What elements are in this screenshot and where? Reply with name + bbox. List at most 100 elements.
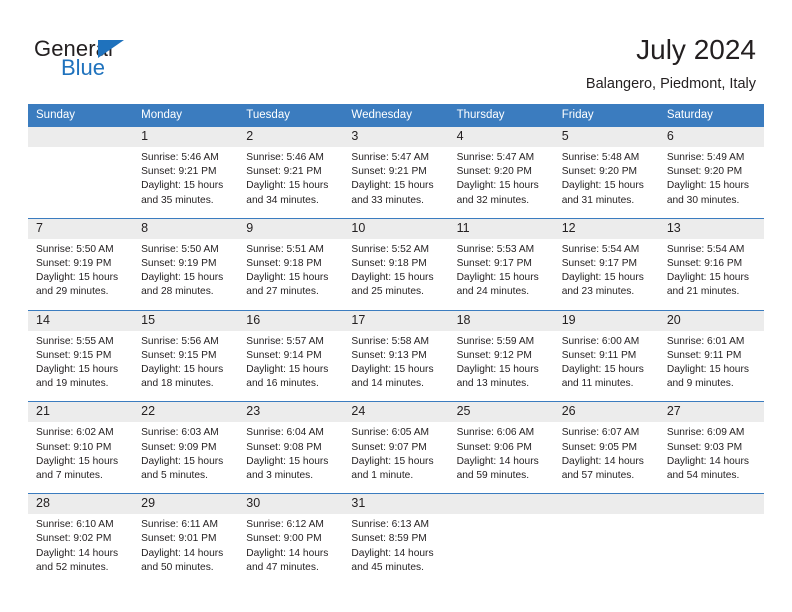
daylight-text-line2: and 30 minutes. bbox=[666, 194, 740, 206]
daylight-text-line2: and 1 minute. bbox=[351, 470, 414, 482]
day-number[interactable]: 23 bbox=[238, 402, 343, 422]
day-number[interactable] bbox=[554, 494, 659, 514]
day-number[interactable]: 12 bbox=[554, 219, 659, 239]
day-cell: Sunrise: 5:48 AM Sunset: 9:20 PM Dayligh… bbox=[554, 147, 659, 218]
day-number[interactable]: 8 bbox=[133, 219, 238, 239]
calendar-grid: Sunday Monday Tuesday Wednesday Thursday… bbox=[28, 104, 764, 586]
daylight-text-line1: Daylight: 15 hours bbox=[246, 272, 329, 284]
sunrise-text: Sunrise: 6:00 AM bbox=[561, 335, 640, 347]
daylight-text-line1: Daylight: 15 hours bbox=[36, 272, 119, 284]
day-cell: Sunrise: 6:13 AM Sunset: 8:59 PM Dayligh… bbox=[343, 514, 448, 585]
daylight-text-line2: and 35 minutes. bbox=[141, 194, 214, 206]
day-cell: Sunrise: 6:11 AM Sunset: 9:01 PM Dayligh… bbox=[133, 514, 238, 585]
day-cell: Sunrise: 5:56 AM Sunset: 9:15 PM Dayligh… bbox=[133, 331, 238, 402]
day-number[interactable]: 22 bbox=[133, 402, 238, 422]
day-number[interactable]: 18 bbox=[449, 311, 554, 331]
day-number[interactable]: 9 bbox=[238, 219, 343, 239]
day-number[interactable]: 20 bbox=[659, 311, 764, 331]
day-cell bbox=[554, 514, 659, 585]
day-number[interactable]: 6 bbox=[659, 127, 764, 147]
daylight-text-line1: Daylight: 14 hours bbox=[456, 455, 539, 467]
day-cell: Sunrise: 6:01 AM Sunset: 9:11 PM Dayligh… bbox=[659, 331, 764, 402]
day-cell: Sunrise: 5:55 AM Sunset: 9:15 PM Dayligh… bbox=[28, 331, 133, 402]
daylight-text-line2: and 34 minutes. bbox=[246, 194, 319, 206]
day-number[interactable]: 14 bbox=[28, 311, 133, 331]
week-daynumber-strip: 28 29 30 31 bbox=[28, 494, 764, 515]
sunset-text: Sunset: 9:20 PM bbox=[561, 166, 638, 178]
calendar-week-row: 28 29 30 31 Sunrise: 6:10 AM Sunset: 9:0… bbox=[28, 493, 764, 586]
daylight-text-line2: and 54 minutes. bbox=[666, 470, 740, 482]
day-number[interactable]: 28 bbox=[28, 494, 133, 514]
day-number[interactable]: 2 bbox=[238, 127, 343, 147]
day-number[interactable]: 31 bbox=[343, 494, 448, 514]
day-number[interactable]: 24 bbox=[343, 402, 448, 422]
day-cell: Sunrise: 5:47 AM Sunset: 9:20 PM Dayligh… bbox=[449, 147, 554, 218]
daylight-text-line1: Daylight: 14 hours bbox=[141, 547, 224, 559]
day-number[interactable]: 10 bbox=[343, 219, 448, 239]
sunrise-text: Sunrise: 6:01 AM bbox=[666, 335, 745, 347]
day-number[interactable]: 27 bbox=[659, 402, 764, 422]
week-detail-strip: Sunrise: 6:02 AM Sunset: 9:10 PM Dayligh… bbox=[28, 422, 764, 494]
day-number[interactable] bbox=[28, 127, 133, 147]
daylight-text-line2: and 27 minutes. bbox=[246, 286, 319, 298]
day-cell: Sunrise: 5:50 AM Sunset: 9:19 PM Dayligh… bbox=[133, 239, 238, 310]
week-detail-strip: Sunrise: 6:10 AM Sunset: 9:02 PM Dayligh… bbox=[28, 514, 764, 586]
day-number[interactable]: 3 bbox=[343, 127, 448, 147]
daylight-text-line2: and 33 minutes. bbox=[351, 194, 424, 206]
day-cell bbox=[449, 514, 554, 585]
sunrise-text: Sunrise: 6:04 AM bbox=[246, 427, 324, 439]
daylight-text-line1: Daylight: 14 hours bbox=[36, 547, 119, 559]
day-number[interactable] bbox=[449, 494, 554, 514]
day-cell: Sunrise: 6:06 AM Sunset: 9:06 PM Dayligh… bbox=[449, 422, 554, 493]
sunrise-text: Sunrise: 5:56 AM bbox=[141, 335, 219, 347]
calendar-week-row: 7 8 9 10 11 12 13 Sunrise: 5:50 AM Sunse… bbox=[28, 217, 764, 310]
daylight-text-line2: and 45 minutes. bbox=[351, 561, 424, 573]
daylight-text-line1: Daylight: 15 hours bbox=[141, 455, 224, 467]
weekday-header-wednesday: Wednesday bbox=[351, 109, 412, 121]
day-cell: Sunrise: 5:58 AM Sunset: 9:13 PM Dayligh… bbox=[343, 331, 448, 402]
day-number[interactable]: 19 bbox=[554, 311, 659, 331]
day-number[interactable]: 16 bbox=[238, 311, 343, 331]
weekday-header-sunday: Sunday bbox=[36, 109, 76, 121]
daylight-text-line2: and 18 minutes. bbox=[141, 378, 214, 390]
day-number[interactable]: 7 bbox=[28, 219, 133, 239]
sunrise-text: Sunrise: 6:11 AM bbox=[141, 519, 218, 531]
day-cell: Sunrise: 6:00 AM Sunset: 9:11 PM Dayligh… bbox=[554, 331, 659, 402]
day-cell: Sunrise: 5:47 AM Sunset: 9:21 PM Dayligh… bbox=[343, 147, 448, 218]
day-number[interactable]: 30 bbox=[238, 494, 343, 514]
day-cell: Sunrise: 6:09 AM Sunset: 9:03 PM Dayligh… bbox=[659, 422, 764, 493]
day-number[interactable]: 11 bbox=[449, 219, 554, 239]
day-number[interactable]: 4 bbox=[449, 127, 554, 147]
daylight-text-line1: Daylight: 15 hours bbox=[561, 364, 644, 376]
weekday-header-thursday: Thursday bbox=[456, 109, 505, 121]
day-number[interactable]: 17 bbox=[343, 311, 448, 331]
calendar-week-row: 14 15 16 17 18 19 20 Sunrise: 5:55 AM Su… bbox=[28, 309, 764, 402]
sunrise-text: Sunrise: 5:48 AM bbox=[561, 152, 640, 163]
daylight-text-line2: and 25 minutes. bbox=[351, 286, 424, 298]
sunset-text: Sunset: 9:11 PM bbox=[666, 349, 742, 361]
week-daynumber-strip: 7 8 9 10 11 12 13 bbox=[28, 218, 764, 239]
day-number[interactable]: 13 bbox=[659, 219, 764, 239]
day-number[interactable]: 25 bbox=[449, 402, 554, 422]
logo-text-blue: Blue bbox=[61, 55, 106, 80]
day-cell: Sunrise: 6:12 AM Sunset: 9:00 PM Dayligh… bbox=[238, 514, 343, 585]
sunset-text: Sunset: 9:19 PM bbox=[36, 258, 112, 270]
sunset-text: Sunset: 9:10 PM bbox=[36, 441, 112, 453]
daylight-text-line2: and 32 minutes. bbox=[456, 194, 530, 206]
sunrise-text: Sunrise: 6:03 AM bbox=[141, 427, 219, 439]
day-number[interactable]: 1 bbox=[133, 127, 238, 147]
day-cell: Sunrise: 6:02 AM Sunset: 9:10 PM Dayligh… bbox=[28, 422, 133, 493]
day-number[interactable]: 21 bbox=[28, 402, 133, 422]
sunset-text: Sunset: 9:07 PM bbox=[351, 441, 427, 453]
day-number[interactable]: 5 bbox=[554, 127, 659, 147]
daylight-text-line1: Daylight: 15 hours bbox=[351, 180, 434, 192]
general-blue-logo[interactable]: General Blue bbox=[34, 38, 184, 84]
day-number[interactable]: 26 bbox=[554, 402, 659, 422]
day-number[interactable]: 29 bbox=[133, 494, 238, 514]
day-cell: Sunrise: 5:59 AM Sunset: 9:12 PM Dayligh… bbox=[449, 331, 554, 402]
day-number[interactable] bbox=[659, 494, 764, 514]
day-number[interactable]: 15 bbox=[133, 311, 238, 331]
weekday-header-saturday: Saturday bbox=[666, 109, 713, 121]
sunset-text: Sunset: 8:59 PM bbox=[351, 533, 427, 545]
daylight-text-line2: and 14 minutes. bbox=[351, 378, 424, 390]
